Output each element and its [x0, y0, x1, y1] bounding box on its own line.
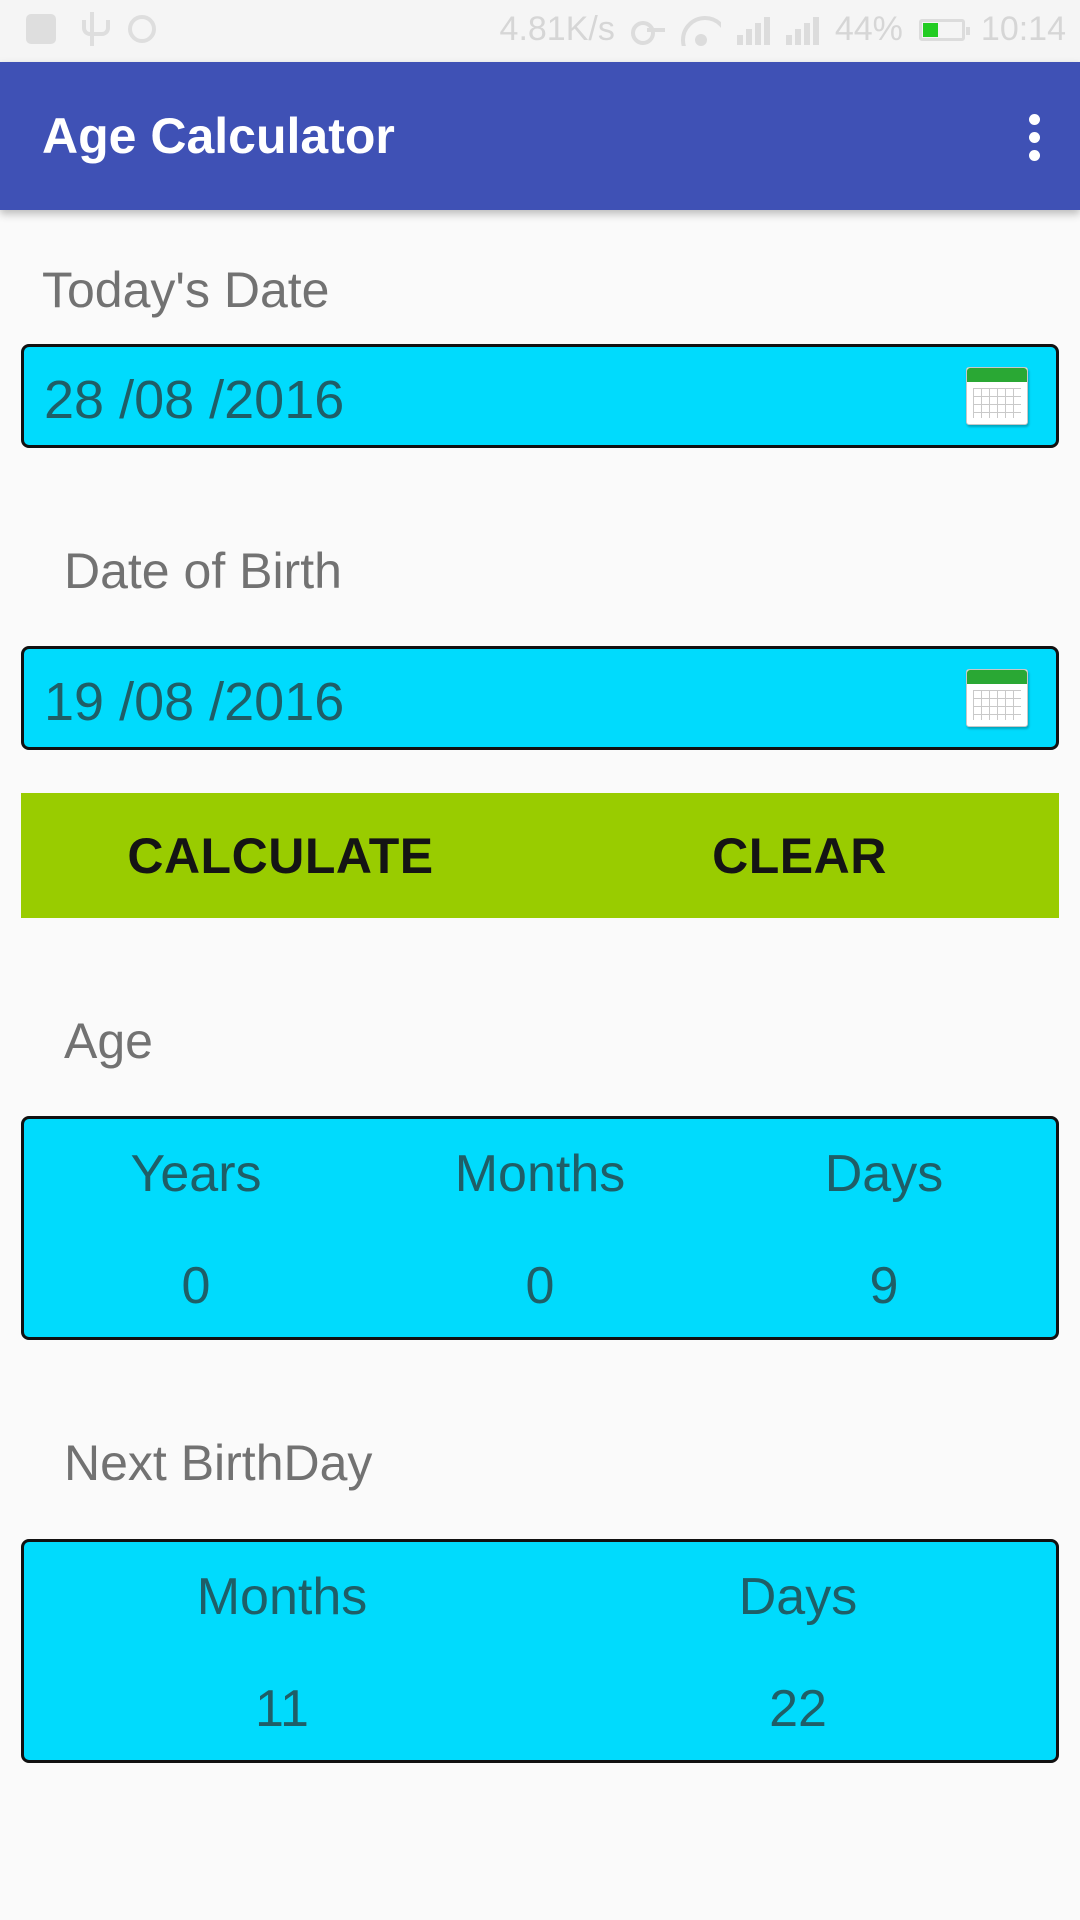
- signal-icon-2: [785, 15, 819, 45]
- calculate-button[interactable]: CALCULATE: [21, 793, 540, 918]
- signal-icon: [736, 15, 770, 45]
- status-bar: 4.81K/s 44% 10:14: [0, 0, 1080, 62]
- next-birthday-result-box: Months 11 Days 22: [21, 1539, 1059, 1763]
- date-of-birth-value: 19 /08 /2016: [44, 672, 345, 732]
- months-header: Months: [454, 1145, 626, 1203]
- next-days-value: 22: [769, 1680, 827, 1738]
- clock: 10:14: [980, 10, 1066, 48]
- years-header: Years: [130, 1145, 262, 1203]
- days-value: 9: [869, 1257, 899, 1315]
- network-speed: 4.81K/s: [499, 10, 615, 48]
- date-of-birth-label: Date of Birth: [64, 543, 342, 599]
- action-bar: CALCULATE CLEAR: [21, 793, 1059, 918]
- battery-level: [922, 22, 938, 37]
- notification-icons: [26, 12, 156, 46]
- next-birthday-label: Next BirthDay: [64, 1435, 373, 1491]
- app-title: Age Calculator: [42, 108, 395, 164]
- next-months-value: 11: [255, 1680, 309, 1738]
- battery-icon: [918, 18, 970, 41]
- facebook-notification-icon: [26, 14, 56, 44]
- next-months-header: Months: [196, 1568, 368, 1626]
- years-value: 0: [181, 1257, 211, 1315]
- app-bar: Age Calculator: [0, 62, 1080, 210]
- next-birthday-days-column: Days 22: [540, 1542, 1056, 1760]
- age-days-column: Days 9: [712, 1119, 1056, 1337]
- months-value: 0: [525, 1257, 555, 1315]
- wifi-icon: [680, 14, 721, 46]
- date-of-birth-field[interactable]: 19 /08 /2016: [21, 646, 1059, 750]
- calendar-icon[interactable]: [966, 367, 1028, 425]
- system-icons: 4.81K/s 44% 10:14: [500, 10, 1066, 49]
- age-label: Age: [64, 1013, 153, 1069]
- calendar-icon[interactable]: [966, 669, 1028, 727]
- battery-percent: 44%: [834, 10, 903, 48]
- days-header: Days: [824, 1145, 944, 1203]
- next-birthday-months-column: Months 11: [24, 1542, 540, 1760]
- todays-date-value: 28 /08 /2016: [44, 370, 345, 430]
- usb-icon: [78, 12, 110, 46]
- todays-date-label: Today's Date: [42, 262, 330, 318]
- sync-icon: [128, 15, 156, 43]
- todays-date-field[interactable]: 28 /08 /2016: [21, 344, 1059, 448]
- next-days-header: Days: [738, 1568, 858, 1626]
- overflow-menu-icon[interactable]: [1022, 114, 1048, 162]
- age-years-column: Years 0: [24, 1119, 368, 1337]
- vpn-key-icon: [630, 20, 665, 45]
- age-months-column: Months 0: [368, 1119, 712, 1337]
- age-result-box: Years 0 Months 0 Days 9: [21, 1116, 1059, 1340]
- clear-button[interactable]: CLEAR: [540, 793, 1059, 918]
